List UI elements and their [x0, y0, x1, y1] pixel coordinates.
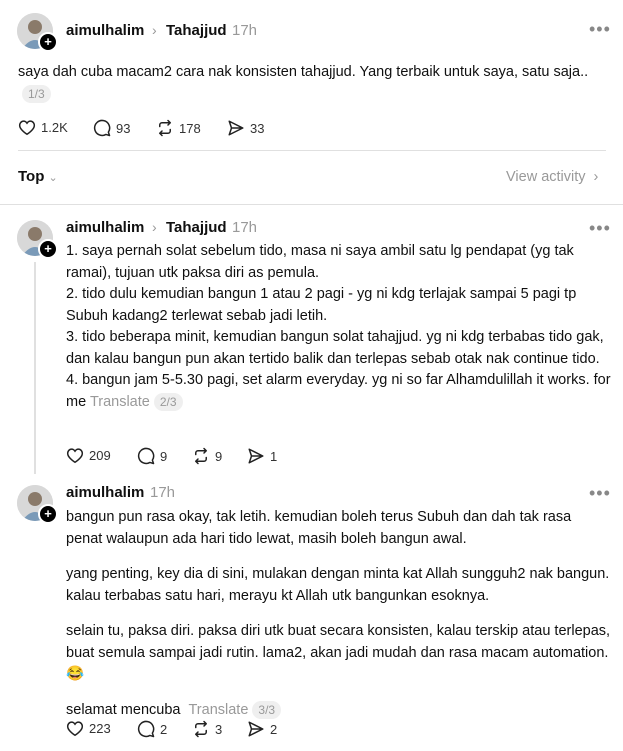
- heart-icon: [66, 448, 84, 464]
- share-count: 33: [250, 120, 265, 136]
- paragraph: selamat mencuba: [66, 701, 181, 718]
- like-count: 1.2K: [41, 120, 68, 135]
- paragraph: bangun pun rasa okay, tak letih. kemudia…: [66, 509, 572, 547]
- thread-line: [34, 262, 36, 474]
- follow-plus-icon[interactable]: +: [38, 32, 58, 52]
- view-activity-label: View activity: [506, 169, 586, 185]
- repost-button[interactable]: 3: [192, 720, 222, 738]
- topic-tag[interactable]: Tahajjud: [166, 219, 227, 236]
- divider: [18, 150, 606, 151]
- share-button[interactable]: 33: [227, 119, 264, 137]
- timestamp: 17h: [232, 22, 258, 39]
- list-item: 2. tido dulu kemudian bangun 1 atau 2 pa…: [66, 286, 577, 324]
- sort-label: Top: [18, 168, 45, 185]
- repost-count: 9: [215, 448, 223, 464]
- chevron-right-icon: ›: [593, 169, 599, 185]
- more-icon[interactable]: •••: [589, 218, 611, 239]
- paragraph-last: selamat mencuba Translate 3/3: [66, 700, 611, 722]
- page-badge: 3/3: [252, 700, 282, 719]
- share-count: 1: [270, 448, 278, 464]
- chevron-down-icon: ⌄: [48, 172, 58, 184]
- more-icon[interactable]: •••: [589, 483, 611, 504]
- reply-count: 9: [160, 448, 168, 464]
- like-count: 209: [89, 448, 111, 463]
- repost-icon: [195, 447, 207, 465]
- page-badge: 2/3: [153, 392, 183, 411]
- repost-count: 3: [215, 721, 223, 737]
- repost-icon: [159, 119, 171, 137]
- follow-plus-icon[interactable]: +: [38, 504, 58, 524]
- like-button[interactable]: 209: [66, 447, 111, 464]
- paragraph: yang penting, key dia di sini, mulakan d…: [66, 566, 610, 604]
- send-icon: [248, 448, 264, 464]
- follow-plus-icon[interactable]: +: [38, 239, 58, 259]
- like-button[interactable]: 223: [66, 720, 111, 737]
- more-icon[interactable]: •••: [589, 19, 611, 40]
- chevron-right-icon: ›: [152, 22, 157, 38]
- reply-button[interactable]: 93: [93, 119, 130, 137]
- translate-link[interactable]: Translate: [90, 394, 150, 410]
- share-count: 2: [270, 721, 278, 737]
- repost-button[interactable]: 178: [156, 119, 201, 137]
- reply-count: 93: [116, 120, 131, 136]
- comment-icon: [137, 447, 155, 465]
- like-count: 223: [89, 721, 111, 736]
- paragraph: selain tu, paksa diri. paksa diri utk bu…: [66, 623, 611, 682]
- repost-button[interactable]: 9: [192, 447, 222, 465]
- reply-button[interactable]: 2: [137, 720, 167, 738]
- like-button[interactable]: 1.2K: [18, 119, 68, 136]
- send-icon: [248, 721, 264, 737]
- repost-count: 178: [179, 120, 201, 136]
- translate-link[interactable]: Translate: [188, 702, 248, 718]
- page-badge: 1/3: [22, 84, 51, 103]
- username[interactable]: aimulhalim: [66, 22, 144, 39]
- post-body: saya dah cuba macam2 cara nak konsisten …: [18, 64, 589, 80]
- list-item: 1. saya pernah solat sebelum tido, masa …: [66, 243, 574, 281]
- username[interactable]: aimulhalim: [66, 219, 144, 236]
- chevron-right-icon: ›: [152, 219, 157, 235]
- view-activity-link[interactable]: View activity ›: [506, 169, 598, 185]
- reply-button[interactable]: 9: [137, 447, 167, 465]
- share-button[interactable]: 2: [247, 720, 277, 738]
- share-button[interactable]: 1: [247, 447, 277, 465]
- list-item-last: 4. bangun jam 5-5.30 pagi, set alarm eve…: [66, 370, 611, 413]
- comment-icon: [93, 119, 111, 137]
- heart-icon: [66, 721, 84, 737]
- repost-icon: [195, 720, 207, 738]
- reply-count: 2: [160, 721, 168, 737]
- timestamp: 17h: [232, 219, 258, 236]
- divider: [0, 204, 623, 205]
- reply-text: bangun pun rasa okay, tak letih. kemudia…: [66, 507, 611, 735]
- comment-icon: [137, 720, 155, 738]
- heart-icon: [18, 120, 36, 136]
- sort-dropdown[interactable]: Top ⌄: [18, 168, 58, 185]
- reply-text: 1. saya pernah solat sebelum tido, masa …: [66, 241, 611, 413]
- username[interactable]: aimulhalim: [66, 484, 144, 501]
- timestamp: 17h: [150, 484, 176, 501]
- topic-tag[interactable]: Tahajjud: [166, 22, 227, 39]
- list-item: 3. tido beberapa minit, kemudian bangun …: [66, 329, 604, 367]
- send-icon: [228, 120, 244, 136]
- post-text: saya dah cuba macam2 cara nak konsisten …: [18, 62, 598, 105]
